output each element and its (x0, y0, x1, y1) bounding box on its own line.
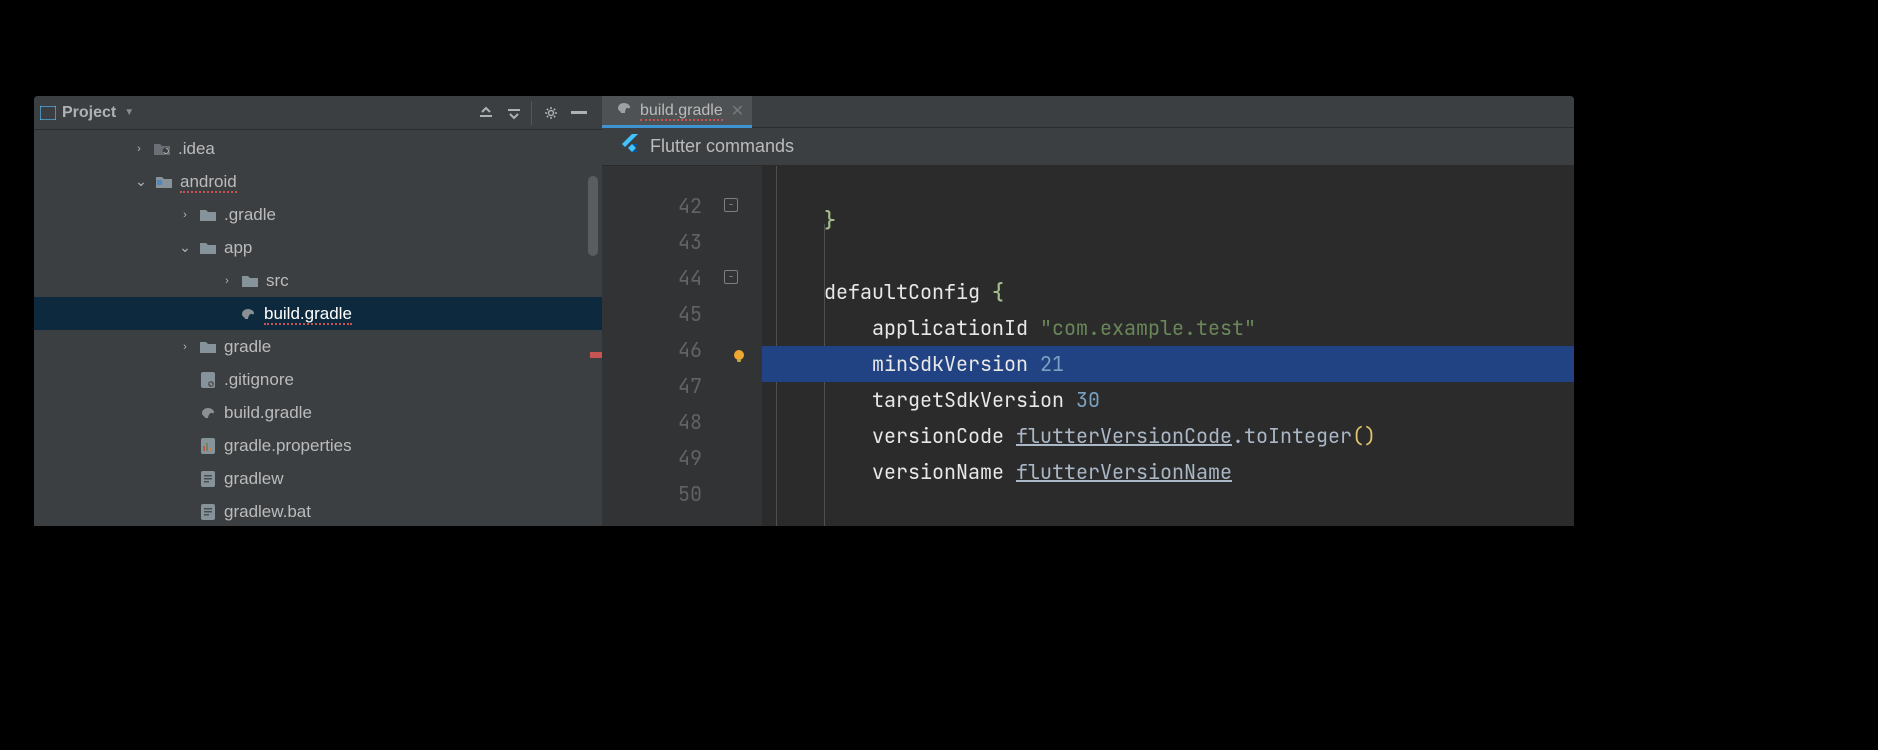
gutter-line (602, 166, 762, 188)
gutter-line[interactable]: 44− (602, 260, 762, 296)
code-line[interactable] (776, 490, 1574, 526)
text-file-icon (198, 503, 218, 521)
code-line[interactable]: versionCode flutterVersionCode.toInteger… (776, 418, 1574, 454)
tree-node-app[interactable]: app (34, 231, 602, 264)
tree-node-build-gradle-app[interactable]: build.gradle (34, 297, 602, 330)
hide-panel-icon[interactable] (566, 100, 592, 126)
tree-node-gradle-properties[interactable]: gradle.properties (34, 429, 602, 462)
expander-icon[interactable] (134, 175, 148, 189)
code-line[interactable]: targetSdkVersion 30 (776, 382, 1574, 418)
project-sidebar: Project ▼ .idea (34, 96, 602, 526)
error-marker (590, 352, 602, 358)
code-lines[interactable]: } defaultConfig { applicationId "com.exa… (762, 166, 1574, 526)
tree-node-src[interactable]: src (34, 264, 602, 297)
gutter-line[interactable]: 45 (602, 296, 762, 332)
project-title: Project (62, 104, 116, 122)
tree-node-gradlew[interactable]: gradlew (34, 462, 602, 495)
close-icon[interactable]: ✕ (731, 101, 744, 121)
module-folder-icon (154, 173, 174, 191)
project-icon (40, 106, 56, 120)
tree-node-build-gradle-android[interactable]: build.gradle (34, 396, 602, 429)
expander-icon[interactable] (178, 208, 192, 222)
editor-tab-build-gradle[interactable]: build.gradle ✕ (602, 96, 752, 128)
gradle-file-icon (238, 305, 258, 323)
code-line[interactable] (776, 238, 1574, 274)
expander-icon[interactable] (178, 241, 192, 255)
intention-bulb-icon[interactable] (728, 340, 748, 360)
flutter-commands-banner[interactable]: Flutter commands (602, 128, 1574, 166)
settings-icon[interactable] (538, 100, 564, 126)
tree-node-gradle-folder[interactable]: gradle (34, 330, 602, 363)
line-number-gutter: 42− 43 44− 45 46 47 48 49 50 (602, 166, 762, 526)
text-file-icon (198, 470, 218, 488)
editor-area: build.gradle ✕ Flutter commands 42− 43 4… (602, 96, 1574, 526)
code-line[interactable] (776, 166, 1574, 202)
file-label: build.gradle (264, 304, 352, 325)
expand-all-icon[interactable] (473, 100, 499, 126)
sidebar-scrollbar[interactable] (588, 176, 598, 256)
flutter-icon (622, 134, 640, 159)
gutter-line[interactable]: 43 (602, 224, 762, 260)
expander-icon[interactable] (178, 340, 192, 354)
file-tree: .idea android .gradle app src (34, 130, 602, 526)
code-line[interactable]: versionName flutterVersionName (776, 454, 1574, 490)
gradle-file-icon (616, 101, 632, 120)
expander-icon[interactable] (220, 274, 234, 288)
folder-icon (240, 272, 260, 290)
gutter-line[interactable]: 50 (602, 476, 762, 512)
collapse-all-icon[interactable] (501, 100, 527, 126)
gutter-line[interactable]: 46 (602, 332, 762, 368)
tree-node-gradle-hidden[interactable]: .gradle (34, 198, 602, 231)
code-line-highlighted[interactable]: minSdkVersion 21 (762, 346, 1574, 382)
gutter-line[interactable]: 47 (602, 368, 762, 404)
tab-label: build.gradle (640, 102, 723, 121)
gutter-line[interactable]: 42− (602, 188, 762, 224)
banner-label: Flutter commands (650, 136, 794, 157)
tree-node-idea[interactable]: .idea (34, 132, 602, 165)
folder-icon (198, 338, 218, 356)
code-line[interactable]: defaultConfig { (776, 274, 1574, 310)
project-panel-header[interactable]: Project ▼ (34, 96, 602, 130)
tree-node-android[interactable]: android (34, 165, 602, 198)
folder-label: android (180, 172, 237, 193)
gradle-file-icon (198, 404, 218, 422)
properties-file-icon (198, 437, 218, 455)
expander-icon[interactable] (132, 142, 146, 156)
tree-node-gitignore[interactable]: .gitignore (34, 363, 602, 396)
gutter-line[interactable]: 48 (602, 404, 762, 440)
project-dropdown-icon[interactable]: ▼ (124, 107, 134, 118)
file-icon (198, 371, 218, 389)
fold-icon[interactable]: − (724, 198, 738, 212)
tree-node-gradlew-bat[interactable]: gradlew.bat (34, 495, 602, 526)
code-line[interactable]: } (776, 202, 1574, 238)
fold-icon[interactable]: − (724, 270, 738, 284)
folder-icon (152, 140, 172, 158)
gutter-line[interactable]: 49 (602, 440, 762, 476)
ide-window: Project ▼ .idea (34, 96, 1574, 526)
folder-icon (198, 206, 218, 224)
editor-tab-bar: build.gradle ✕ (602, 96, 1574, 128)
code-line[interactable]: applicationId "com.example.test" (776, 310, 1574, 346)
code-editor[interactable]: 42− 43 44− 45 46 47 48 49 50 } defaultCo… (602, 166, 1574, 526)
folder-icon (198, 239, 218, 257)
